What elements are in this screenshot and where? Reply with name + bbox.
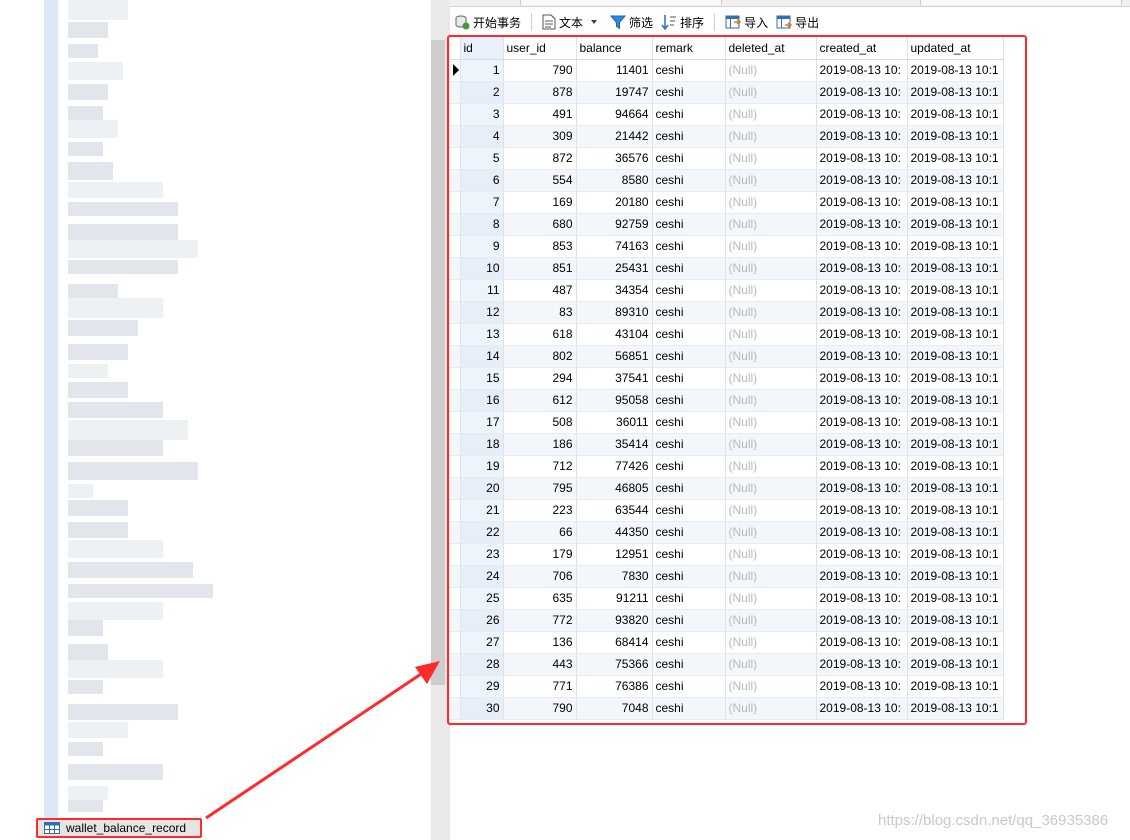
sort-icon: [661, 15, 677, 30]
blurred-tree-item: [68, 240, 198, 258]
blurred-tree-item: [68, 320, 138, 336]
grid-toolbar: 开始事务 文本 筛选 排序 导入 导出: [450, 10, 1130, 34]
import-icon: [725, 15, 742, 29]
blurred-tree-item: [68, 786, 108, 800]
blurred-tree-item: [68, 660, 163, 678]
import-button[interactable]: 导入: [721, 11, 772, 33]
blurred-tree-item: [68, 742, 103, 756]
filter-button[interactable]: 筛选: [606, 11, 657, 33]
table-icon: [44, 822, 60, 834]
blurred-tree-item: [68, 298, 163, 318]
blurred-tree-item: [68, 120, 118, 138]
blurred-tree-item: [68, 484, 93, 498]
blurred-tree-item: [68, 522, 128, 538]
blurred-tree-item: [68, 402, 163, 418]
blurred-tree-item: [68, 704, 178, 720]
blurred-tree-item: [68, 224, 178, 240]
blurred-tree-item: [68, 344, 128, 360]
begin-transaction-icon: [455, 15, 470, 30]
export-icon: [776, 15, 793, 29]
tab[interactable]: [920, 0, 1122, 5]
blurred-tree-item: [68, 260, 178, 274]
blurred-tree-item: [68, 142, 103, 156]
annotation-box-grid: [447, 35, 1027, 725]
tab-strip: [450, 0, 1130, 7]
blurred-tree-item: [68, 764, 163, 780]
blurred-tree-item: [68, 620, 103, 636]
begin-transaction-label: 开始事务: [473, 15, 522, 30]
tree-item-wallet-balance-record[interactable]: wallet_balance_record: [36, 818, 202, 838]
blurred-tree-item: [68, 800, 103, 812]
blurred-tree-item: [68, 202, 178, 216]
begin-transaction-button[interactable]: 开始事务: [450, 11, 525, 33]
blurred-tree-item: [68, 420, 188, 440]
blurred-tree-item: [68, 62, 123, 80]
blurred-tree-item: [68, 106, 103, 120]
blurred-tree-item: [68, 602, 163, 620]
text-icon: [542, 14, 556, 30]
toolbar-separator: [531, 13, 533, 31]
blurred-tree-item: [68, 364, 108, 378]
export-button[interactable]: 导出: [772, 11, 823, 33]
blurred-tree-item: [68, 540, 163, 558]
text-view-button[interactable]: 文本: [538, 11, 606, 33]
sort-label: 排序: [680, 15, 705, 30]
import-label: 导入: [744, 15, 769, 30]
sort-button[interactable]: 排序: [657, 11, 708, 33]
scrollbar-thumb[interactable]: [431, 40, 445, 685]
blurred-tree-item: [68, 722, 128, 738]
blurred-tree-item: [68, 680, 103, 694]
blurred-tree-item: [68, 462, 198, 480]
blurred-tree-item: [68, 644, 108, 660]
navigation-tree[interactable]: wallet_balance_record: [0, 0, 431, 840]
filter-label: 筛选: [629, 15, 654, 30]
toolbar-separator: [714, 13, 716, 31]
blurred-tree-item: [68, 500, 128, 516]
filter-icon: [610, 15, 627, 30]
blurred-tree-item: [68, 562, 193, 578]
blurred-tree-item: [68, 382, 128, 398]
watermark-text: https://blog.csdn.net/qq_36935386: [878, 812, 1109, 829]
chevron-down-icon: [591, 20, 598, 24]
blurred-tree-item: [68, 440, 163, 456]
blurred-tree-item: [68, 162, 113, 180]
export-label: 导出: [795, 15, 820, 30]
tab[interactable]: [520, 0, 722, 5]
blurred-tree-item: [68, 84, 108, 100]
blurred-tree-item: [68, 584, 213, 598]
tree-rail: [44, 0, 58, 820]
blurred-tree-item: [68, 284, 118, 298]
blurred-tree-item: [68, 22, 108, 38]
text-view-label: 文本: [559, 15, 584, 30]
blurred-tree-item: [68, 0, 128, 20]
blurred-tree-item: [68, 44, 98, 58]
tree-item-label: wallet_balance_record: [66, 821, 187, 835]
blurred-tree-item: [68, 182, 163, 198]
